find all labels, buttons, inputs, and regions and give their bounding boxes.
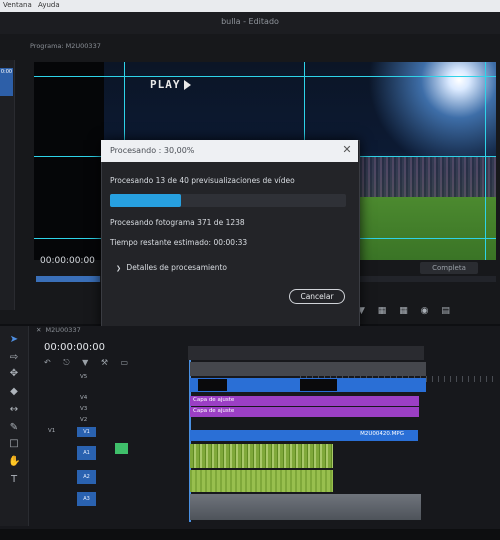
- time-remaining: Tiempo restante estimado: 00:00:33: [110, 238, 248, 247]
- title-bar: bulla - Editado: [0, 12, 500, 34]
- clip-audio-a2[interactable]: [190, 470, 333, 492]
- frame-status: Procesando fotograma 371 de 1238: [110, 218, 245, 227]
- menubar: Ventana Ayuda: [0, 0, 500, 12]
- window-title: bulla - Editado: [221, 17, 279, 26]
- guide-line-top: [34, 76, 496, 77]
- menu-ayuda[interactable]: Ayuda: [38, 1, 60, 9]
- track-v1-target[interactable]: V1: [77, 427, 96, 437]
- close-icon[interactable]: ✕: [340, 143, 354, 156]
- crowd: [354, 157, 496, 197]
- status-bar: [0, 529, 500, 540]
- sequence-name: M2U00337: [45, 326, 81, 334]
- program-timecode[interactable]: 00:00:00:00: [40, 256, 95, 266]
- snap-icon[interactable]: ↶: [44, 358, 51, 367]
- rectangle-icon[interactable]: □: [8, 438, 20, 449]
- pitch: [354, 197, 496, 260]
- captions-icon[interactable]: ▭: [121, 358, 129, 367]
- track-a3-target[interactable]: A3: [77, 492, 96, 506]
- previews-status: Procesando 13 de 40 previsualizaciones d…: [110, 176, 295, 185]
- chevron-right-icon: ❯: [116, 265, 122, 272]
- wrench-icon[interactable]: ⚒: [101, 358, 108, 367]
- source-panel-strip: [0, 60, 15, 310]
- track-v3-label: V3: [80, 406, 88, 412]
- compare-icon[interactable]: ▤: [441, 306, 450, 316]
- clip-v5-black-2: [300, 379, 337, 391]
- track-v5-label: V5: [80, 374, 88, 380]
- track-select-icon[interactable]: ⇨: [8, 352, 20, 363]
- clip-v5-black-1: [198, 379, 227, 391]
- source-v1-label[interactable]: V1: [48, 428, 55, 434]
- type-icon[interactable]: T: [8, 474, 20, 485]
- lift-icon[interactable]: ▦: [378, 306, 387, 316]
- transport-controls: ▼ ▦ ▦ ◉ ▤: [358, 306, 450, 316]
- extract-icon[interactable]: ▦: [399, 306, 408, 316]
- clip-adjustment-2[interactable]: Capa de ajuste: [190, 407, 419, 417]
- clip-main-video[interactable]: M2U00420.MPG: [190, 430, 418, 441]
- camera-icon[interactable]: ◉: [421, 306, 429, 316]
- clip-adjustment-1[interactable]: Capa de ajuste: [190, 396, 419, 406]
- quality-select[interactable]: Completa: [420, 262, 478, 274]
- project-status: Editado: [248, 17, 279, 26]
- ripple-edit-icon[interactable]: ✥: [8, 368, 20, 379]
- details-label: Detalles de procesamiento: [126, 263, 227, 272]
- dialog-title: Procesando : 30,00%: [110, 146, 195, 155]
- timeline-options: ↶ ⎋ ▼ ⚒ ▭: [44, 358, 128, 368]
- timeline-ruler[interactable]: [188, 346, 424, 360]
- track-v2-label: V2: [80, 417, 88, 423]
- slip-icon[interactable]: ↔: [8, 404, 20, 415]
- clip-audio-a3[interactable]: [190, 494, 421, 520]
- cancel-button[interactable]: Cancelar: [289, 289, 345, 304]
- progress-bar-fill: [110, 194, 181, 207]
- clip-v5-empty: [190, 362, 426, 376]
- track-a1-target[interactable]: A1: [77, 446, 96, 460]
- program-monitor-header[interactable]: Programa: M2U00337: [30, 42, 101, 50]
- program-scrubber-fill: [36, 276, 100, 282]
- play-overlay-text: PLAY: [150, 78, 191, 91]
- clip-audio-a1[interactable]: [190, 444, 333, 468]
- source-timecode: 0:00: [0, 68, 13, 96]
- razor-icon[interactable]: ◆: [8, 386, 20, 397]
- selection-tool-icon[interactable]: ➤: [8, 334, 20, 345]
- mute-active-indicator[interactable]: [115, 443, 128, 454]
- pen-icon[interactable]: ✎: [8, 422, 20, 433]
- menu-ventana[interactable]: Ventana: [3, 1, 32, 9]
- marker-add-icon[interactable]: ▼: [82, 358, 88, 367]
- timeline-timecode[interactable]: 00:00:00:00: [44, 342, 105, 353]
- timeline-tab[interactable]: ✕ M2U00337: [36, 326, 81, 334]
- close-icon[interactable]: ✕: [36, 326, 41, 334]
- guide-line-right: [485, 62, 486, 260]
- hand-icon[interactable]: ✋: [8, 456, 20, 467]
- track-a2-target[interactable]: A2: [77, 470, 96, 484]
- linked-icon[interactable]: ⎋: [63, 358, 69, 367]
- track-v4-label: V4: [80, 395, 88, 401]
- details-toggle[interactable]: ❯ Detalles de procesamiento: [116, 263, 227, 272]
- project-name: bulla: [221, 17, 241, 26]
